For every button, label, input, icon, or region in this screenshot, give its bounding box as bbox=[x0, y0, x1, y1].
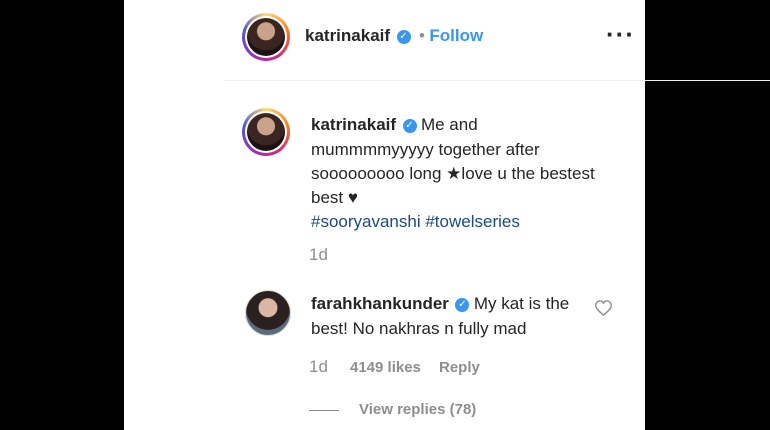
verified-badge-icon: ✓ bbox=[396, 29, 411, 44]
header-separator: • bbox=[418, 26, 425, 45]
replies-line-divider bbox=[309, 410, 339, 411]
reply-button[interactable]: Reply bbox=[439, 359, 480, 376]
caption-block: katrinakaif ✓ Me and mummmmyyyyy togethe… bbox=[311, 113, 595, 234]
caption-line: katrinakaif ✓ Me and bbox=[311, 113, 595, 138]
comment-username[interactable]: farahkhankunder bbox=[311, 294, 449, 313]
comment-text: My kat is the bbox=[473, 294, 570, 313]
caption-username[interactable]: katrinakaif bbox=[311, 115, 396, 134]
header-divider bbox=[224, 80, 770, 81]
comment-block: farahkhankunder ✓ My kat is the best! No… bbox=[311, 292, 569, 341]
comment-line: farahkhankunder ✓ My kat is the bbox=[311, 292, 569, 317]
comment-meta-row: 1d bbox=[309, 357, 328, 377]
hashtag-links[interactable]: #sooryavanshi #towelseries bbox=[311, 210, 595, 234]
post-avatar[interactable] bbox=[242, 108, 290, 156]
follow-button[interactable]: Follow bbox=[429, 26, 483, 45]
left-letterbox bbox=[0, 0, 124, 430]
comment-likes[interactable]: 4149 likes bbox=[350, 359, 421, 376]
caption-text: best ♥ bbox=[311, 188, 358, 207]
caption-text: mummmmyyyyy together after bbox=[311, 140, 540, 159]
commenter-avatar[interactable] bbox=[245, 290, 291, 336]
verified-badge-icon: ✓ bbox=[455, 297, 470, 312]
more-options-icon[interactable]: ··· bbox=[606, 19, 635, 50]
header-username[interactable]: katrinakaif bbox=[305, 26, 390, 45]
caption-text: sooooooooo long ★love u the bestest bbox=[311, 164, 595, 183]
header-avatar[interactable] bbox=[242, 13, 290, 61]
post-timestamp[interactable]: 1d bbox=[309, 245, 328, 265]
comment-text: best! No nakhras n fully mad bbox=[311, 319, 527, 338]
comment-timestamp[interactable]: 1d bbox=[309, 357, 328, 376]
view-replies-button[interactable]: View replies (78) bbox=[359, 401, 476, 418]
caption-text: Me and bbox=[420, 115, 478, 134]
verified-badge-icon: ✓ bbox=[402, 118, 417, 133]
right-letterbox bbox=[645, 0, 770, 430]
heart-like-icon[interactable] bbox=[594, 300, 613, 321]
header-user-row: katrinakaif ✓ • Follow bbox=[305, 26, 483, 46]
